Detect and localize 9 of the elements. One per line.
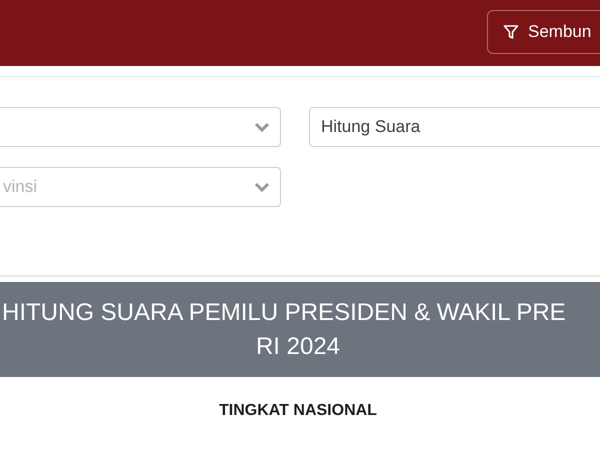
filter-button[interactable]: Sembun: [487, 10, 600, 54]
select-field[interactable]: [0, 107, 281, 147]
banner-title: HITUNG SUARA PEMILU PRESIDEN & WAKIL PRE: [1, 298, 566, 328]
section-heading: TINGKAT NASIONAL: [219, 401, 377, 421]
banner-title: RI 2024: [256, 332, 340, 362]
input-field[interactable]: Hitung Suara: [309, 107, 600, 147]
chevron-down-icon: [254, 182, 270, 192]
filter-icon: [503, 24, 519, 40]
chevron-down-icon: [254, 122, 270, 132]
